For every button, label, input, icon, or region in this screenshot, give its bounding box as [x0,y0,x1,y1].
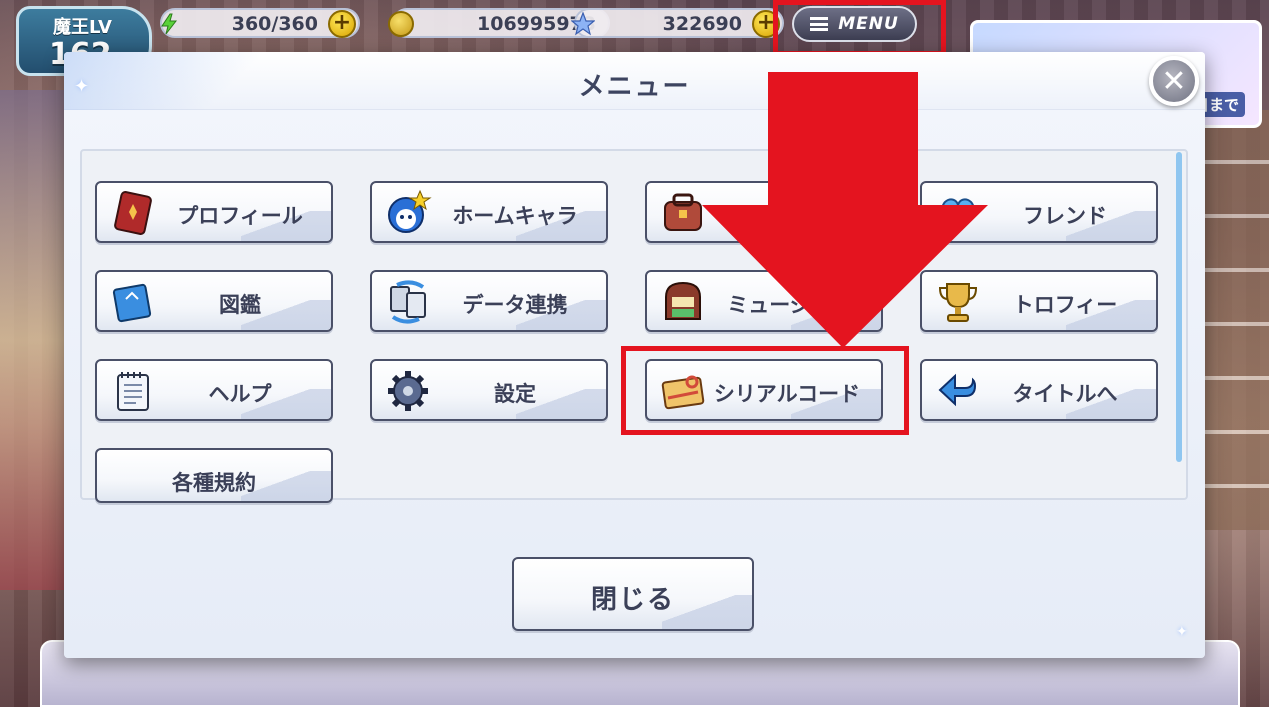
button-label: フレンド [1023,204,1107,228]
help-button[interactable]: ヘルプ [95,359,333,421]
scrollbar[interactable] [1175,152,1183,497]
sparkle-icon: ✦ [1176,624,1188,640]
home-character-button[interactable]: ホームキャラ [370,181,608,243]
button-label: プロフィール [177,204,303,228]
stamina-value: 360/360 [231,13,318,35]
coin-icon [388,11,414,37]
button-label: トロフィー [1012,293,1118,317]
button-label: 設定 [494,382,536,406]
encyclopedia-button[interactable]: 図鑑 [95,270,333,332]
return-arrow-icon [934,367,982,415]
button-label: データ連携 [462,293,568,317]
profile-book-icon [109,189,157,237]
close-icon[interactable]: ✕ [1149,56,1199,106]
home-character-icon [384,189,432,237]
red-arrow-icon [702,72,988,348]
encyclopedia-icon [109,278,157,326]
button-label: 図鑑 [219,293,261,317]
modal-title: メニュー [578,72,691,102]
modal-header: ✦ メニュー [64,52,1205,110]
gear-icon [384,367,432,415]
return-to-title-button[interactable]: タイトルへ [920,359,1158,421]
star-counter: 322690 + [571,8,784,38]
button-label: 各種規約 [172,471,256,495]
add-stamina-button[interactable]: + [328,10,356,38]
button-label: ホームキャラ [452,204,578,228]
menu-highlight-box [773,0,946,56]
stamina-counter: 360/360 + [160,8,360,38]
data-sync-button[interactable]: データ連携 [370,270,608,332]
button-label: ヘルプ [208,382,272,406]
close-label: 閉じる [590,585,675,615]
level-label: 魔王LV [53,17,112,38]
lightning-icon [156,11,182,37]
star-value: 322690 [662,13,742,35]
scrollbar-thumb[interactable] [1176,152,1182,462]
settings-button[interactable]: 設定 [370,359,608,421]
profile-button[interactable]: プロフィール [95,181,333,243]
notepad-icon [109,367,157,415]
serial-code-highlight-box [621,346,909,435]
button-label: タイトルへ [1012,382,1118,406]
background-left-decor [0,90,70,590]
star-gem-icon [570,11,596,37]
terms-button[interactable]: 各種規約 [95,448,333,503]
close-button[interactable]: 閉じる [512,557,754,631]
data-sync-icon [384,278,432,326]
